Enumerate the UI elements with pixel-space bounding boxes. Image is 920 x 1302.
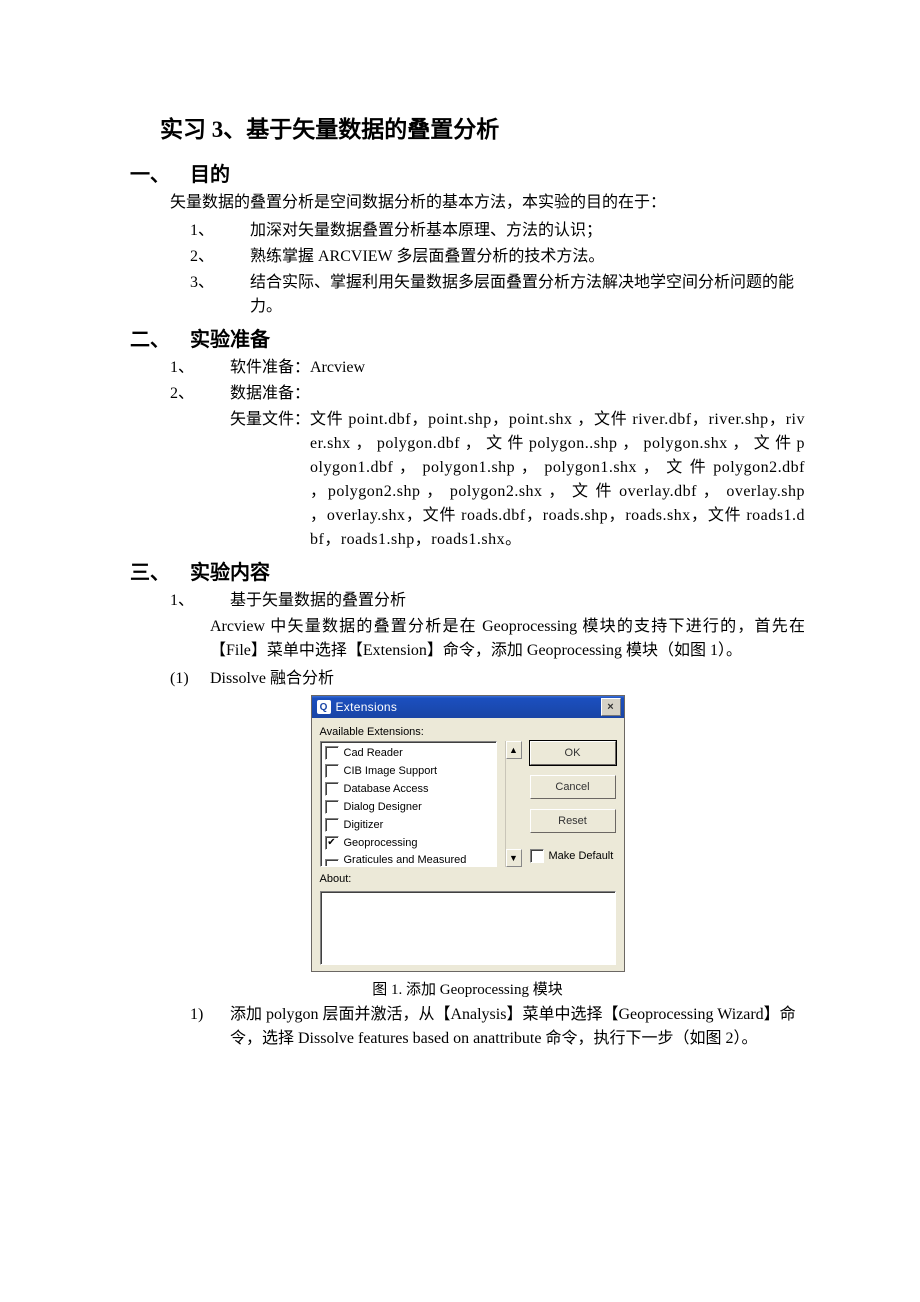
list-item: 2、熟练掌握 ARCVIEW 多层面叠置分析的技术方法。 (190, 245, 805, 269)
checkbox[interactable] (325, 859, 339, 867)
document-page: 实习 3、基于矢量数据的叠置分析 一、目的 矢量数据的叠置分析是空间数据分析的基… (0, 0, 920, 1302)
checkbox[interactable] (325, 782, 339, 796)
section-3-heading: 三、实验内容 (130, 556, 805, 585)
extensions-listbox[interactable]: Cad Reader CIB Image Support Database Ac… (320, 741, 497, 867)
list-item: 3、结合实际、掌握利用矢量数据多层面叠置分析方法解决地学空间分析问题的能力。 (190, 271, 805, 319)
list-item: 1、软件准备：Arcview (170, 356, 805, 380)
close-icon[interactable]: × (601, 698, 621, 716)
checkbox-checked[interactable]: ✔ (325, 836, 339, 850)
extensions-dialog: Q Extensions × Available Extensions: Cad… (311, 695, 625, 972)
about-label: About: (320, 873, 616, 885)
list-item[interactable]: Database Access (321, 780, 496, 798)
scrollbar[interactable]: ▲ ▼ (505, 741, 522, 867)
step-item: 1) 添加 polygon 层面并激活，从【Analysis】菜单中选择【Geo… (190, 1003, 805, 1051)
list-item: 1、基于矢量数据的叠置分析 (170, 589, 805, 613)
section-1-heading: 一、目的 (130, 158, 805, 187)
figure-1-caption: 图 1. 添加 Geoprocessing 模块 (372, 978, 562, 999)
section-3-list: 1、基于矢量数据的叠置分析 (170, 589, 805, 613)
make-default-label: Make Default (549, 850, 614, 862)
checkbox[interactable] (325, 746, 339, 760)
make-default-row[interactable]: Make Default (530, 849, 616, 863)
checkbox[interactable] (325, 818, 339, 832)
list-item[interactable]: Graticules and Measured Grids (321, 852, 496, 867)
subsection: (1) Dissolve 融合分析 (170, 667, 805, 691)
scroll-up-icon[interactable]: ▲ (506, 741, 522, 759)
checkbox[interactable] (325, 800, 339, 814)
section-3-paragraph: Arcview 中矢量数据的叠置分析是在 Geoprocessing 模块的支持… (210, 615, 805, 663)
cancel-button[interactable]: Cancel (530, 775, 616, 799)
available-extensions-label: Available Extensions: (320, 726, 616, 738)
vector-files-block: 矢量文件： 文件 point.dbf，point.shp，point.shx ，… (230, 408, 805, 552)
ok-button[interactable]: OK (530, 741, 616, 765)
app-icon: Q (317, 700, 331, 714)
section-1-list: 1、加深对矢量数据叠置分析基本原理、方法的认识； 2、熟练掌握 ARCVIEW … (190, 219, 805, 319)
dialog-title: Extensions (336, 700, 398, 714)
section-1-intro: 矢量数据的叠置分析是空间数据分析的基本方法，本实验的目的在于： (170, 191, 805, 215)
section-3-text: 实验内容 (190, 562, 270, 584)
list-item[interactable]: Dialog Designer (321, 798, 496, 816)
section-3-num: 三、 (130, 556, 190, 585)
figure-1: Q Extensions × Available Extensions: Cad… (130, 695, 805, 999)
list-item[interactable]: Digitizer (321, 816, 496, 834)
checkbox[interactable] (530, 849, 544, 863)
list-item[interactable]: CIB Image Support (321, 762, 496, 780)
reset-button[interactable]: Reset (530, 809, 616, 833)
list-item: 1、加深对矢量数据叠置分析基本原理、方法的认识； (190, 219, 805, 243)
scroll-down-icon[interactable]: ▼ (506, 849, 522, 867)
dialog-titlebar[interactable]: Q Extensions × (312, 696, 624, 718)
section-2-heading: 二、实验准备 (130, 323, 805, 352)
section-2-list: 1、软件准备：Arcview 2、数据准备： (170, 356, 805, 406)
dialog-body: Available Extensions: Cad Reader CIB Ima… (312, 718, 624, 971)
section-2-text: 实验准备 (190, 329, 270, 351)
section-2-num: 二、 (130, 323, 190, 352)
list-item: 2、数据准备： (170, 382, 805, 406)
checkbox[interactable] (325, 764, 339, 778)
about-textbox[interactable] (320, 891, 616, 965)
dialog-buttons: OK Cancel Reset Make Default (530, 741, 616, 867)
section-1-num: 一、 (130, 158, 190, 187)
document-title: 实习 3、基于矢量数据的叠置分析 (160, 110, 805, 144)
vector-files-lead: 矢量文件： (230, 408, 310, 552)
vector-files-body: 文件 point.dbf，point.shp，point.shx ，文件 riv… (310, 408, 805, 552)
section-1-text: 目的 (190, 164, 230, 186)
list-item[interactable]: ✔Geoprocessing (321, 834, 496, 852)
list-item[interactable]: Cad Reader (321, 744, 496, 762)
